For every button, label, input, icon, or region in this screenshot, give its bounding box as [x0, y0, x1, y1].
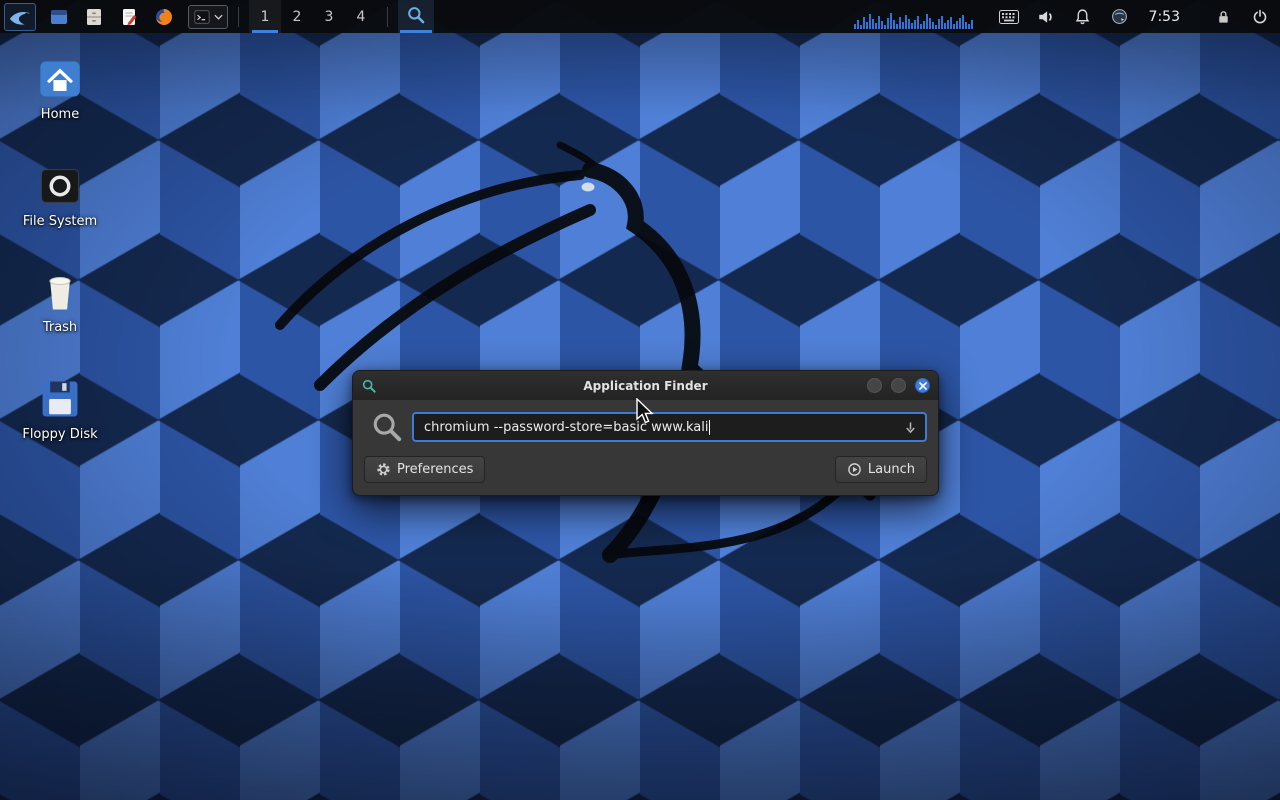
top-panel: 1 2 3 4 — [0, 0, 1280, 33]
launcher-text-editor[interactable] — [118, 6, 140, 28]
desktop-icon-floppy-disk[interactable]: Floppy Disk — [12, 375, 108, 442]
clock[interactable]: 7:53 — [1149, 9, 1180, 25]
desktop-icon-trash[interactable]: Trash — [12, 268, 108, 335]
window-controls — [867, 378, 930, 393]
desktop-icon-label: Floppy Disk — [12, 427, 108, 442]
workspace-button-1[interactable]: 1 — [249, 0, 281, 33]
bell-icon — [1074, 8, 1091, 25]
file-cabinet-icon — [84, 7, 104, 27]
trash-icon — [36, 268, 84, 316]
application-finder-window: Application Finder chromium --password- — [352, 370, 939, 496]
run-icon — [847, 462, 862, 477]
desktop: Home File System Trash Floppy Disk — [0, 0, 1280, 800]
panel-status-area: 7:53 — [999, 7, 1270, 27]
text-caret — [709, 420, 710, 435]
close-button[interactable] — [915, 378, 930, 393]
launcher-firefox[interactable] — [153, 6, 175, 28]
desktop-icon-file-system[interactable]: File System — [12, 162, 108, 229]
command-input[interactable]: chromium --password-store=basic www.kali — [412, 412, 927, 442]
volume-icon[interactable] — [1036, 7, 1056, 27]
titlebar[interactable]: Application Finder — [353, 371, 938, 400]
lock-icon — [1216, 9, 1231, 25]
workspace-button-2[interactable]: 2 — [281, 0, 313, 33]
launcher-file-manager[interactable] — [48, 6, 70, 28]
launcher-terminal[interactable] — [188, 5, 228, 29]
speaker-icon — [1037, 8, 1055, 26]
chevron-down-icon — [214, 14, 223, 20]
notifications-icon[interactable] — [1073, 7, 1093, 27]
workspace-label: 1 — [261, 9, 270, 25]
taskbar-application-finder[interactable] — [398, 0, 434, 33]
search-icon — [370, 410, 404, 444]
file-system-icon — [36, 162, 84, 210]
firefox-icon — [154, 7, 174, 27]
panel-launchers — [48, 6, 175, 28]
maximize-button[interactable] — [891, 378, 906, 393]
magnifier-icon — [406, 5, 426, 25]
keyboard-layout-icon[interactable] — [999, 7, 1019, 27]
terminal-icon — [193, 8, 211, 26]
command-text: chromium --password-store=basic www.kali — [424, 420, 708, 435]
network-icon[interactable] — [1110, 7, 1130, 27]
workspace-button-4[interactable]: 4 — [345, 0, 377, 33]
launch-label: Launch — [868, 462, 915, 477]
desktop-icon-home[interactable]: Home — [12, 55, 108, 122]
workspace-button-3[interactable]: 3 — [313, 0, 345, 33]
floppy-disk-icon — [36, 375, 84, 423]
home-icon — [36, 55, 84, 103]
close-icon — [919, 382, 927, 390]
desktop-icon-label: File System — [12, 214, 108, 229]
history-dropdown-icon[interactable] — [904, 421, 917, 434]
desktop-icon-label: Home — [12, 107, 108, 122]
logout-icon[interactable] — [1250, 7, 1270, 27]
audio-visualizer — [854, 5, 973, 29]
finder-body: chromium --password-store=basic www.kali… — [353, 400, 938, 495]
lock-screen-icon[interactable] — [1213, 7, 1233, 27]
workspace-label: 2 — [293, 9, 302, 25]
power-icon — [1252, 9, 1268, 25]
minimize-button[interactable] — [867, 378, 882, 393]
panel-separator — [387, 7, 388, 27]
preferences-button[interactable]: Preferences — [364, 456, 485, 483]
network-globe-icon — [1111, 8, 1128, 25]
file-manager-icon — [49, 7, 69, 27]
workspace-label: 4 — [357, 9, 366, 25]
launcher-file-cabinet[interactable] — [83, 6, 105, 28]
window-title: Application Finder — [353, 379, 938, 393]
text-editor-icon — [119, 7, 139, 27]
kali-menu-button[interactable] — [4, 3, 36, 31]
window-icon — [361, 378, 377, 394]
kali-logo-icon — [8, 5, 32, 29]
keyboard-icon — [999, 10, 1019, 24]
launch-button[interactable]: Launch — [835, 456, 927, 483]
workspace-label: 3 — [325, 9, 334, 25]
preferences-label: Preferences — [397, 462, 473, 477]
gear-icon — [376, 462, 391, 477]
workspace-switcher: 1 2 3 4 — [249, 0, 377, 33]
desktop-icon-label: Trash — [12, 320, 108, 335]
panel-separator — [238, 7, 239, 27]
